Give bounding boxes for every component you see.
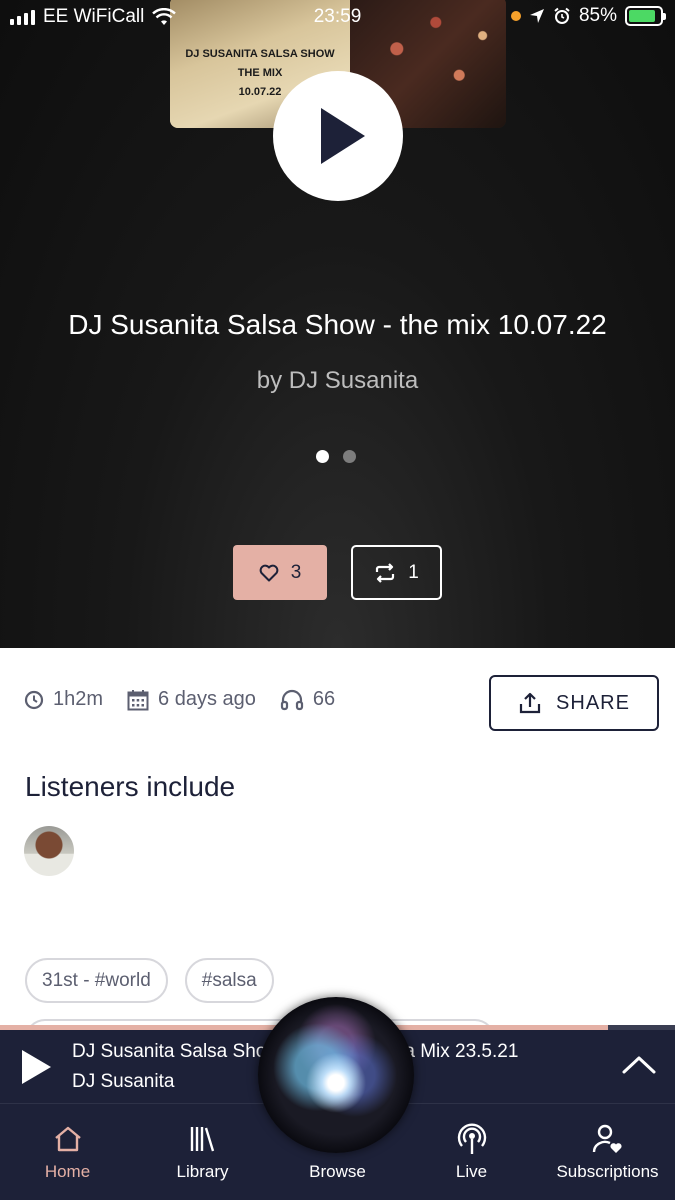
tab-label: Subscriptions: [556, 1162, 659, 1181]
repost-count: 1: [408, 561, 419, 583]
duration: 1h2m: [53, 688, 104, 710]
carousel-dot[interactable]: [316, 450, 329, 463]
alarm-icon: [554, 7, 570, 24]
chevron-up-icon[interactable]: [622, 1055, 656, 1075]
mini-player-artist: DJ Susanita: [72, 1071, 175, 1092]
heart-icon: [259, 564, 279, 581]
tag-chip[interactable]: #salsa: [184, 958, 274, 1003]
like-count: 3: [290, 561, 302, 583]
listeners-heading: Listeners include: [25, 771, 236, 802]
play-icon: [321, 108, 365, 164]
show-meta: 1h2m 6 days ago 66: [24, 688, 359, 711]
show-author-link[interactable]: by DJ Susanita: [0, 367, 675, 395]
play-button[interactable]: [273, 71, 403, 201]
carousel-dot[interactable]: [343, 450, 356, 463]
recording-indicator-icon: [510, 11, 521, 21]
show-hero: DJ SUSANITA SALSA SHOW THE MIX 10.07.22 …: [0, 0, 675, 648]
tab-library[interactable]: Library: [135, 1104, 270, 1200]
tab-label: Home: [44, 1162, 91, 1181]
tab-label: Browse: [309, 1162, 366, 1181]
live-icon: [457, 1123, 486, 1154]
tab-home[interactable]: Home: [0, 1104, 135, 1200]
calendar-icon: [127, 689, 149, 710]
battery-percent: 85%: [578, 5, 617, 26]
status-bar: EE WiFiCall 23:59 85%: [0, 0, 675, 34]
clock-icon: [24, 690, 44, 709]
headphones-icon: [280, 689, 303, 710]
show-title: DJ Susanita Salsa Show - the mix 10.07.2…: [68, 309, 607, 340]
tab-label: Live: [455, 1162, 488, 1181]
repost-icon: [376, 562, 395, 583]
like-button[interactable]: 3: [233, 545, 327, 600]
upload-date: 6 days ago: [158, 688, 256, 710]
artwork-text-line1: DJ SUSANITA SALSA SHOW: [185, 48, 335, 60]
share-label: SHARE: [556, 691, 630, 714]
mini-play-icon[interactable]: [22, 1050, 51, 1084]
carousel-pagination: [316, 450, 356, 463]
share-icon: [519, 692, 541, 714]
library-icon: [190, 1127, 214, 1152]
play-count: 66: [312, 688, 336, 710]
tag-list: 31st - #world #salsa: [25, 958, 274, 1003]
tab-live[interactable]: Live: [404, 1104, 539, 1200]
repost-button[interactable]: 1: [351, 545, 442, 600]
battery-icon: [625, 6, 666, 26]
tag-chip[interactable]: 31st - #world: [25, 958, 168, 1003]
location-arrow-icon: [529, 9, 544, 23]
home-icon: [54, 1126, 81, 1152]
siri-orb: [258, 997, 414, 1153]
tab-subscriptions[interactable]: Subscriptions: [540, 1104, 675, 1200]
share-button[interactable]: SHARE: [489, 675, 659, 731]
listener-avatar[interactable]: [24, 826, 74, 876]
tab-label: Library: [176, 1162, 229, 1181]
subscriptions-icon: [592, 1124, 622, 1153]
